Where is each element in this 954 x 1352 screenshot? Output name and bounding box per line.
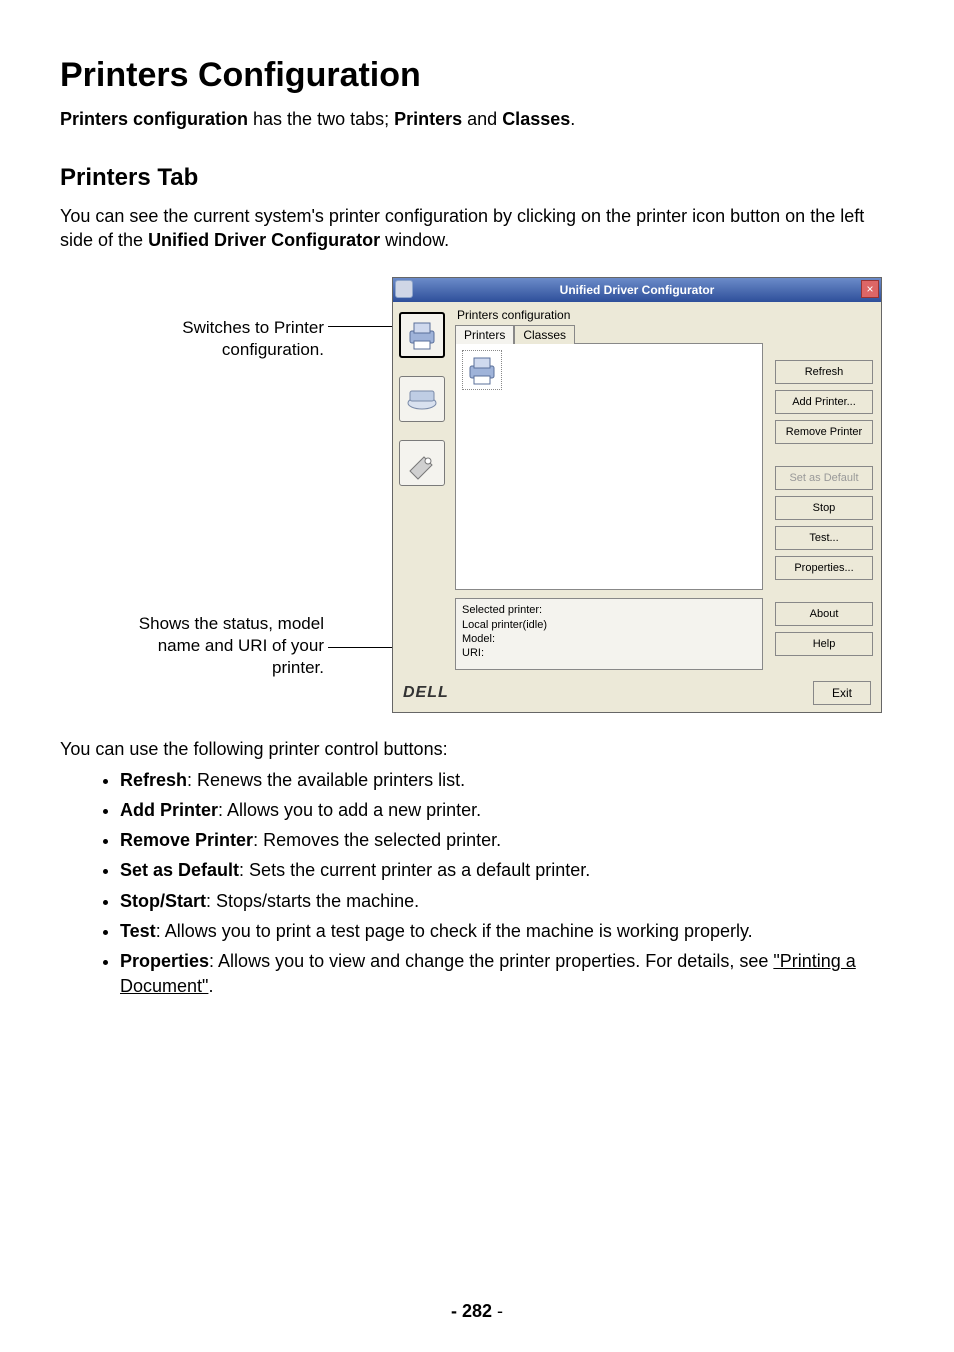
window-titlebar[interactable]: Unified Driver Configurator × [393,278,881,302]
add-printer-button[interactable]: Add Printer... [775,390,873,414]
status-panel: Selected printer: Local printer(idle) Mo… [455,598,763,669]
close-icon[interactable]: × [861,280,879,298]
category-sidebar [393,302,451,674]
control-button-list: Refresh: Renews the available printers l… [60,768,894,998]
tab-strip: Printers Classes [455,324,763,343]
section-label: Printers configuration [457,308,763,322]
annotated-screenshot: Switches to Printer configuration. Shows… [102,277,852,715]
callout-switches: Switches to Printer configuration. [102,317,324,361]
exit-button[interactable]: Exit [813,681,871,705]
action-buttons: Refresh Add Printer... Remove Printer Se… [769,302,881,674]
window-title: Unified Driver Configurator [560,283,715,297]
printer-list-area[interactable] [455,343,763,591]
test-button[interactable]: Test... [775,526,873,550]
list-item: Set as Default: Sets the current printer… [120,858,894,882]
control-intro: You can use the following printer contro… [60,739,894,760]
dell-logo: DELL [403,684,449,702]
printer-item[interactable] [462,350,502,390]
page-title: Printers Configuration [60,56,894,95]
list-item: Test: Allows you to print a test page to… [120,919,894,943]
subheading: Printers Tab [60,164,894,192]
list-item: Add Printer: Allows you to add a new pri… [120,798,894,822]
sidebar-printers-button[interactable] [399,312,445,358]
window-icon [395,280,413,298]
scanner-icon [404,381,440,417]
window-footer: DELL Exit [393,674,881,712]
properties-button[interactable]: Properties... [775,556,873,580]
sidebar-scanners-button[interactable] [399,376,445,422]
leader-line [328,326,396,327]
printer-icon [404,317,440,353]
intro-text: Printers configuration has the two tabs;… [60,109,894,130]
page-number: - 282 - [0,1301,954,1322]
tab-classes[interactable]: Classes [514,325,575,344]
stop-button[interactable]: Stop [775,496,873,520]
callout-status: Shows the status, model name and URI of … [102,613,324,679]
configurator-window: Unified Driver Configurator × [392,277,882,713]
main-panel: Printers configuration Printers Classes [451,302,769,674]
list-item: Remove Printer: Removes the selected pri… [120,828,894,852]
remove-printer-button[interactable]: Remove Printer [775,420,873,444]
sidebar-ports-button[interactable] [399,440,445,486]
printer-icon [464,352,500,388]
about-button[interactable]: About [775,602,873,626]
help-button[interactable]: Help [775,632,873,656]
list-item: Properties: Allows you to view and chang… [120,949,894,998]
section-desc: You can see the current system's printer… [60,204,894,253]
set-default-button[interactable]: Set as Default [775,466,873,490]
tab-printers[interactable]: Printers [455,325,514,344]
list-item: Refresh: Renews the available printers l… [120,768,894,792]
list-item: Stop/Start: Stops/starts the machine. [120,889,894,913]
port-icon [404,445,440,481]
refresh-button[interactable]: Refresh [775,360,873,384]
